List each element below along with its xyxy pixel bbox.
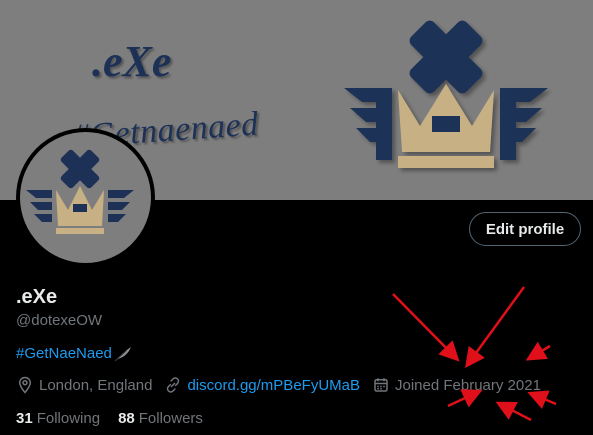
feather-icon (114, 346, 131, 361)
followers-label: Followers (138, 410, 203, 427)
annotation-arrow (527, 390, 557, 409)
annotation-arrow (447, 389, 483, 408)
followers-count: 88 (118, 410, 135, 427)
joined-item: Joined February 2021 (372, 376, 541, 394)
bio: #GetNaeNaed (16, 345, 132, 362)
avatar[interactable] (16, 128, 155, 267)
annotation-arrow (525, 341, 551, 361)
bio-hashtag-link[interactable]: #GetNaeNaed (16, 345, 112, 362)
joined-date-text: Joined February 2021 (395, 376, 541, 394)
user-handle: @dotexeOW (16, 312, 103, 329)
annotation-arrow (495, 401, 532, 422)
banner-title-text: .eXe (92, 37, 172, 86)
location-item: London, England (16, 376, 152, 394)
website-item[interactable]: discord.gg/mPBeFyUMaB (164, 376, 360, 394)
avatar-crown-logo-icon (26, 149, 134, 234)
following-label: Following (36, 410, 101, 427)
location-pin-icon (18, 376, 32, 394)
display-name: .eXe (16, 286, 58, 308)
link-icon (167, 377, 180, 393)
annotation-arrow (392, 293, 460, 362)
following-count: 31 (16, 410, 33, 427)
annotation-arrow (465, 286, 526, 369)
location-text: London, England (39, 376, 153, 394)
edit-profile-button[interactable]: Edit profile (469, 212, 581, 246)
profile-meta: London, England discord.gg/mPBeFyUMaB Jo… (16, 376, 553, 394)
following-link[interactable]: 31 Following (16, 410, 100, 427)
website-link[interactable]: discord.gg/mPBeFyUMaB (187, 377, 360, 394)
follow-stats: 31 Following 88 Followers (16, 410, 203, 427)
calendar-icon (374, 378, 388, 392)
followers-link[interactable]: 88 Followers (118, 410, 203, 427)
